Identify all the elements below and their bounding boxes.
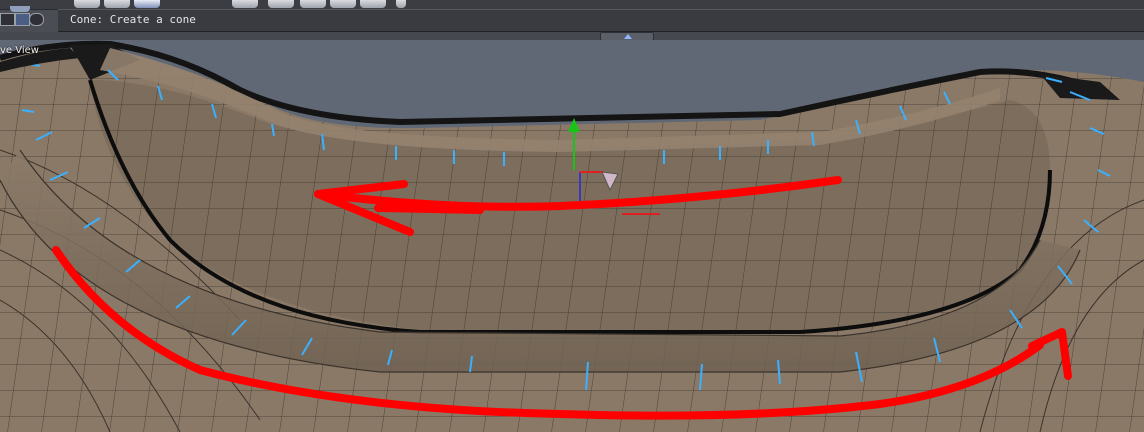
lasso-mode-icon[interactable] xyxy=(29,13,44,26)
3d-viewport[interactable] xyxy=(0,40,1144,432)
select-mode-icon[interactable] xyxy=(0,13,15,26)
viewport-label: ve View xyxy=(0,45,39,56)
status-message: Cone: Create a cone xyxy=(70,13,196,26)
status-bar: Cone: Create a cone xyxy=(58,9,1144,32)
settings-icon[interactable] xyxy=(396,0,406,8)
cube-icon[interactable] xyxy=(232,0,258,8)
pointer-icon[interactable] xyxy=(10,6,30,12)
cylinder-icon[interactable] xyxy=(104,0,130,8)
sphere-icon[interactable] xyxy=(74,0,100,8)
edge-mode-icon[interactable] xyxy=(15,13,30,26)
wedge-icon[interactable] xyxy=(300,0,326,8)
modeler-window: Cone: Create a cone ve View xyxy=(0,0,1144,432)
cone-icon[interactable] xyxy=(134,0,160,8)
plane-icon[interactable] xyxy=(268,0,294,8)
torus-icon[interactable] xyxy=(330,0,356,8)
collapse-arrow-icon xyxy=(624,34,632,39)
tube-icon[interactable] xyxy=(360,0,386,8)
annotation-arrow-top-inner xyxy=(374,204,484,214)
selection-mode-tools xyxy=(0,6,58,32)
